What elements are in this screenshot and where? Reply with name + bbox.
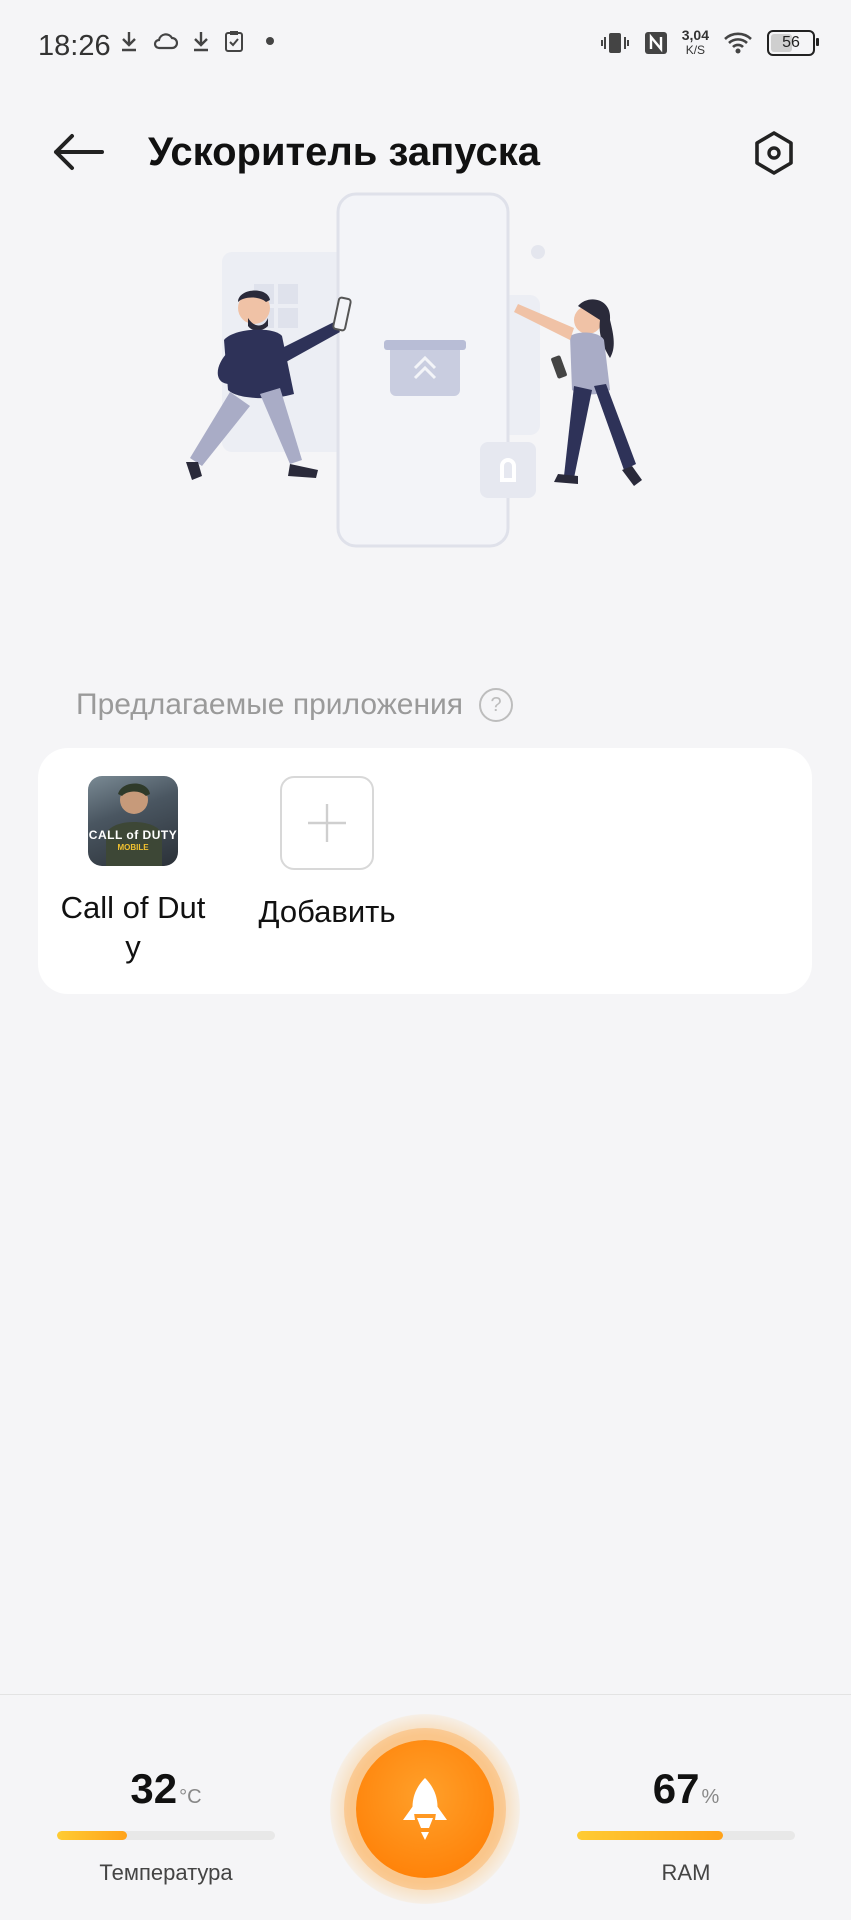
- download-icon: [122, 32, 136, 52]
- boost-button-glow: [330, 1714, 520, 1904]
- suggested-apps-header: Предлагаемые приложения ?: [76, 688, 514, 722]
- ram-bar: [577, 1831, 795, 1840]
- app-item-call-of-duty[interactable]: CALL of DUTY MOBILE Call of Duty: [58, 776, 208, 966]
- temperature-bar-fill: [57, 1831, 127, 1840]
- download-icon: [194, 32, 208, 52]
- battery-icon: 56: [767, 30, 819, 56]
- call-of-duty-icon-text: CALL of DUTY: [88, 828, 178, 842]
- ram-label: RAM: [661, 1860, 711, 1885]
- suggested-apps-label: Предлагаемые приложения: [76, 688, 464, 721]
- status-bar: 18:26 3,04 K/S 56: [0, 0, 851, 92]
- network-speed-value: 3,04: [681, 27, 709, 43]
- suggested-apps-card: CALL of DUTY MOBILE Call of Duty Добавит…: [38, 748, 812, 994]
- clipboard-icon: [225, 31, 243, 52]
- status-time: 18:26: [38, 30, 111, 62]
- soldier-figure: [106, 783, 162, 866]
- vibrate-icon: [600, 33, 629, 53]
- arrow-left-icon: [54, 134, 104, 170]
- add-app-label: Добавить: [258, 894, 396, 929]
- nfc-icon: [644, 32, 667, 54]
- rocket-icon: [403, 1778, 447, 1840]
- temperature-stat: 32 °C Температура: [56, 1765, 276, 1886]
- ram-bar-fill: [577, 1831, 724, 1840]
- page-title: Ускоритель запуска: [148, 130, 541, 174]
- settings-button[interactable]: [749, 128, 799, 178]
- more-notifications-dot-icon: [266, 37, 274, 45]
- help-icon[interactable]: ?: [479, 688, 514, 722]
- temperature-value: 32: [130, 1765, 178, 1812]
- notification-icons: [120, 30, 274, 52]
- add-app-icon-box: [280, 776, 374, 870]
- boost-illustration: [186, 192, 642, 548]
- network-speed-unit: K/S: [685, 43, 706, 57]
- hero-illustration: [150, 180, 700, 600]
- call-of-duty-icon-subtext: MOBILE: [117, 843, 149, 852]
- gear-icon: [755, 131, 793, 175]
- battery-level: 56: [782, 34, 800, 51]
- back-button[interactable]: [50, 126, 106, 178]
- wifi-icon: [724, 32, 752, 54]
- cloud-icon: [153, 33, 178, 50]
- boost-button[interactable]: [356, 1740, 494, 1878]
- ram-unit: %: [701, 1786, 720, 1808]
- call-of-duty-app-icon: CALL of DUTY MOBILE: [88, 776, 178, 866]
- ram-stat: 67% RAM: [576, 1765, 796, 1886]
- network-speed: 3,04 K/S: [682, 28, 709, 58]
- temperature-unit: °C: [179, 1786, 202, 1808]
- plus-icon: [308, 804, 346, 842]
- add-app-button[interactable]: Добавить: [252, 776, 402, 931]
- bottom-divider: [0, 1694, 851, 1695]
- temperature-label: Температура: [99, 1860, 233, 1885]
- app-label: Call of Duty: [60, 890, 206, 964]
- temperature-bar: [57, 1831, 275, 1840]
- ram-value: 67: [652, 1765, 700, 1812]
